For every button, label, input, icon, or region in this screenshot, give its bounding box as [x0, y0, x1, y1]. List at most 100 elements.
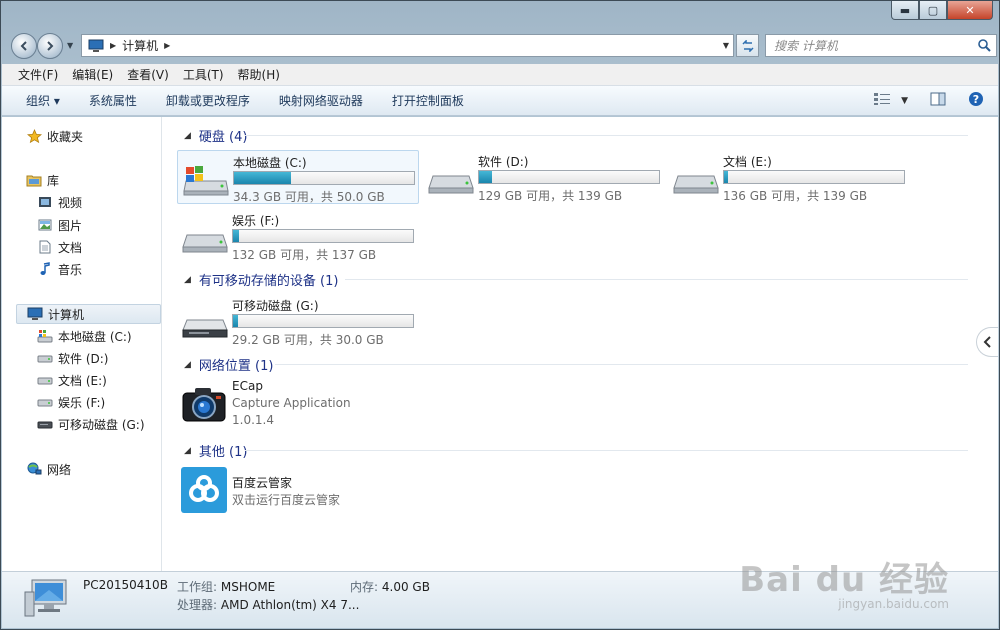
collapse-triangle-icon[interactable]: ◢ [184, 446, 191, 456]
address-bar[interactable]: ▶ 计算机 ▶ ▼ [81, 34, 734, 57]
drive-tile-f[interactable]: 娱乐 (F:) 132 GB 可用，共 137 GB [177, 209, 419, 263]
drive-usage-fill [479, 171, 492, 183]
pc-name: PC20150410B [83, 578, 168, 592]
change-view-button[interactable] [873, 92, 891, 109]
drive-name: 可移动磁盘 (G:) [232, 299, 319, 313]
app-description: 双击运行百度云管家 [232, 493, 341, 507]
sidebar-item-documents[interactable]: 文档 [37, 237, 82, 257]
sidebar-item-drive-f[interactable]: 娱乐 (F:) [37, 392, 105, 412]
group-divider [345, 279, 968, 280]
recent-pages-dropdown[interactable]: ▼ [67, 41, 73, 50]
sidebar-label: 收藏夹 [47, 129, 84, 144]
hard-drive-icon [428, 175, 474, 194]
forward-button[interactable] [37, 33, 63, 59]
menu-help[interactable]: 帮助(H) [238, 66, 280, 83]
computer-icon [27, 306, 43, 322]
sidebar-item-drive-c[interactable]: 本地磁盘 (C:) [37, 326, 132, 346]
drive-tile-e[interactable]: 文档 (E:) 136 GB 可用，共 139 GB [668, 150, 910, 204]
refresh-button[interactable] [736, 34, 759, 57]
sidebar-item-libraries[interactable]: 库 [26, 170, 59, 190]
preview-pane-button[interactable] [930, 92, 946, 109]
memory-value: 4.00 GB [381, 580, 430, 594]
address-dropdown-icon[interactable]: ▼ [723, 41, 729, 50]
other-app-baidu-cloud[interactable]: 百度云管家 双击运行百度云管家 [181, 467, 401, 515]
hard-drive-icon [37, 372, 53, 388]
sidebar-item-drive-g[interactable]: 可移动磁盘 (G:) [37, 414, 145, 434]
document-icon [37, 239, 53, 255]
organize-button[interactable]: 组织 ▾ [26, 92, 60, 109]
back-button[interactable] [11, 33, 37, 59]
system-drive-icon [183, 166, 229, 196]
breadcrumb-separator-icon[interactable]: ▶ [164, 41, 170, 50]
processor-info: 处理器: AMD Athlon(tm) X4 7... [177, 596, 359, 613]
view-dropdown-icon[interactable]: ▼ [901, 96, 908, 106]
search-icon[interactable] [977, 38, 991, 52]
navigation-pane: 收藏夹 库 视频 图片 文档 音乐 计算机 本地磁盘 (C:) 软件 (D:) … [2, 117, 162, 571]
close-button[interactable]: ✕ [947, 1, 993, 20]
drive-tile-d[interactable]: 软件 (D:) 129 GB 可用，共 139 GB [423, 150, 665, 204]
system-drive-icon [37, 328, 53, 344]
drive-usage-bar [723, 170, 905, 184]
menu-file[interactable]: 文件(F) [18, 66, 58, 83]
camera-icon [182, 388, 226, 422]
uninstall-program-button[interactable]: 卸载或更改程序 [166, 92, 250, 109]
network-app-ecap[interactable]: ECap Capture Application 1.0.1.4 [181, 379, 401, 433]
drive-tile-g[interactable]: 可移动磁盘 (G:) 29.2 GB 可用，共 30.0 GB [177, 294, 419, 348]
arrow-left-icon [20, 41, 27, 51]
sidebar-item-videos[interactable]: 视频 [37, 192, 82, 212]
map-network-drive-button[interactable]: 映射网络驱动器 [279, 92, 363, 109]
view-options-icon [874, 93, 891, 105]
minimize-button[interactable]: ▬ [891, 1, 919, 20]
collapse-triangle-icon[interactable]: ◢ [184, 360, 191, 370]
group-header-removable[interactable]: ◢ 有可移动存储的设备 (1) [184, 270, 338, 289]
sidebar-item-network[interactable]: 网络 [26, 459, 71, 479]
collapse-triangle-icon[interactable]: ◢ [184, 275, 191, 285]
sidebar-item-favorites[interactable]: 收藏夹 [26, 126, 83, 146]
sidebar-item-drive-e[interactable]: 文档 (E:) [37, 370, 107, 390]
search-input[interactable]: 搜索 计算机 [765, 34, 997, 57]
group-header-hard-disks[interactable]: ◢ 硬盘 (4) [184, 126, 247, 145]
video-icon [37, 194, 53, 210]
sidebar-item-drive-d[interactable]: 软件 (D:) [37, 348, 108, 368]
hard-drive-icon [37, 350, 53, 366]
sidebar-label: 图片 [58, 218, 83, 233]
collapse-triangle-icon[interactable]: ◢ [184, 131, 191, 141]
sidebar-item-pictures[interactable]: 图片 [37, 215, 82, 235]
sidebar-item-music[interactable]: 音乐 [37, 259, 82, 279]
menu-edit[interactable]: 编辑(E) [72, 66, 113, 83]
drive-usage-fill [233, 230, 240, 242]
pane-collapse-button[interactable] [976, 327, 998, 357]
maximize-button[interactable]: ▢ [919, 1, 947, 20]
breadcrumb-separator-icon[interactable]: ▶ [110, 41, 116, 50]
workgroup-value: MSHOME [220, 580, 276, 594]
help-button[interactable]: ? [968, 91, 984, 110]
navigation-bar: ▼ ▶ 计算机 ▶ ▼ 搜索 计算机 [9, 31, 997, 61]
music-icon [37, 261, 53, 277]
sidebar-item-computer[interactable]: 计算机 [16, 304, 161, 324]
sidebar-label: 文档 (E:) [58, 373, 107, 388]
sidebar-label: 文档 [58, 240, 83, 255]
drive-tile-c[interactable]: 本地磁盘 (C:) 34.3 GB 可用，共 50.0 GB [177, 150, 419, 204]
group-header-network-locations[interactable]: ◢ 网络位置 (1) [184, 355, 273, 374]
drive-name: 本地磁盘 (C:) [233, 156, 307, 170]
menu-tools[interactable]: 工具(T) [183, 66, 224, 83]
processor-value: AMD Athlon(tm) X4 7... [220, 598, 360, 612]
drive-name: 文档 (E:) [723, 155, 772, 169]
open-control-panel-button[interactable]: 打开控制面板 [392, 92, 464, 109]
watermark-logo: Bai du 经验 [739, 560, 949, 600]
menu-view[interactable]: 查看(V) [127, 66, 169, 83]
drive-free-space: 132 GB 可用，共 137 GB [232, 248, 377, 262]
sidebar-label: 可移动磁盘 (G:) [58, 417, 145, 432]
drive-name: 软件 (D:) [478, 155, 529, 169]
hard-drive-icon [37, 394, 53, 410]
sidebar-label: 计算机 [48, 307, 85, 322]
drive-usage-bar [233, 171, 415, 185]
baidu-cloud-icon [181, 467, 227, 513]
system-properties-button[interactable]: 系统属性 [89, 92, 137, 109]
arrow-right-icon [47, 41, 54, 51]
group-divider [245, 135, 968, 136]
breadcrumb-computer[interactable]: 计算机 [122, 37, 158, 54]
group-header-other[interactable]: ◢ 其他 (1) [184, 441, 247, 460]
view-controls: ▼ ? [863, 91, 984, 110]
group-divider [245, 450, 968, 451]
